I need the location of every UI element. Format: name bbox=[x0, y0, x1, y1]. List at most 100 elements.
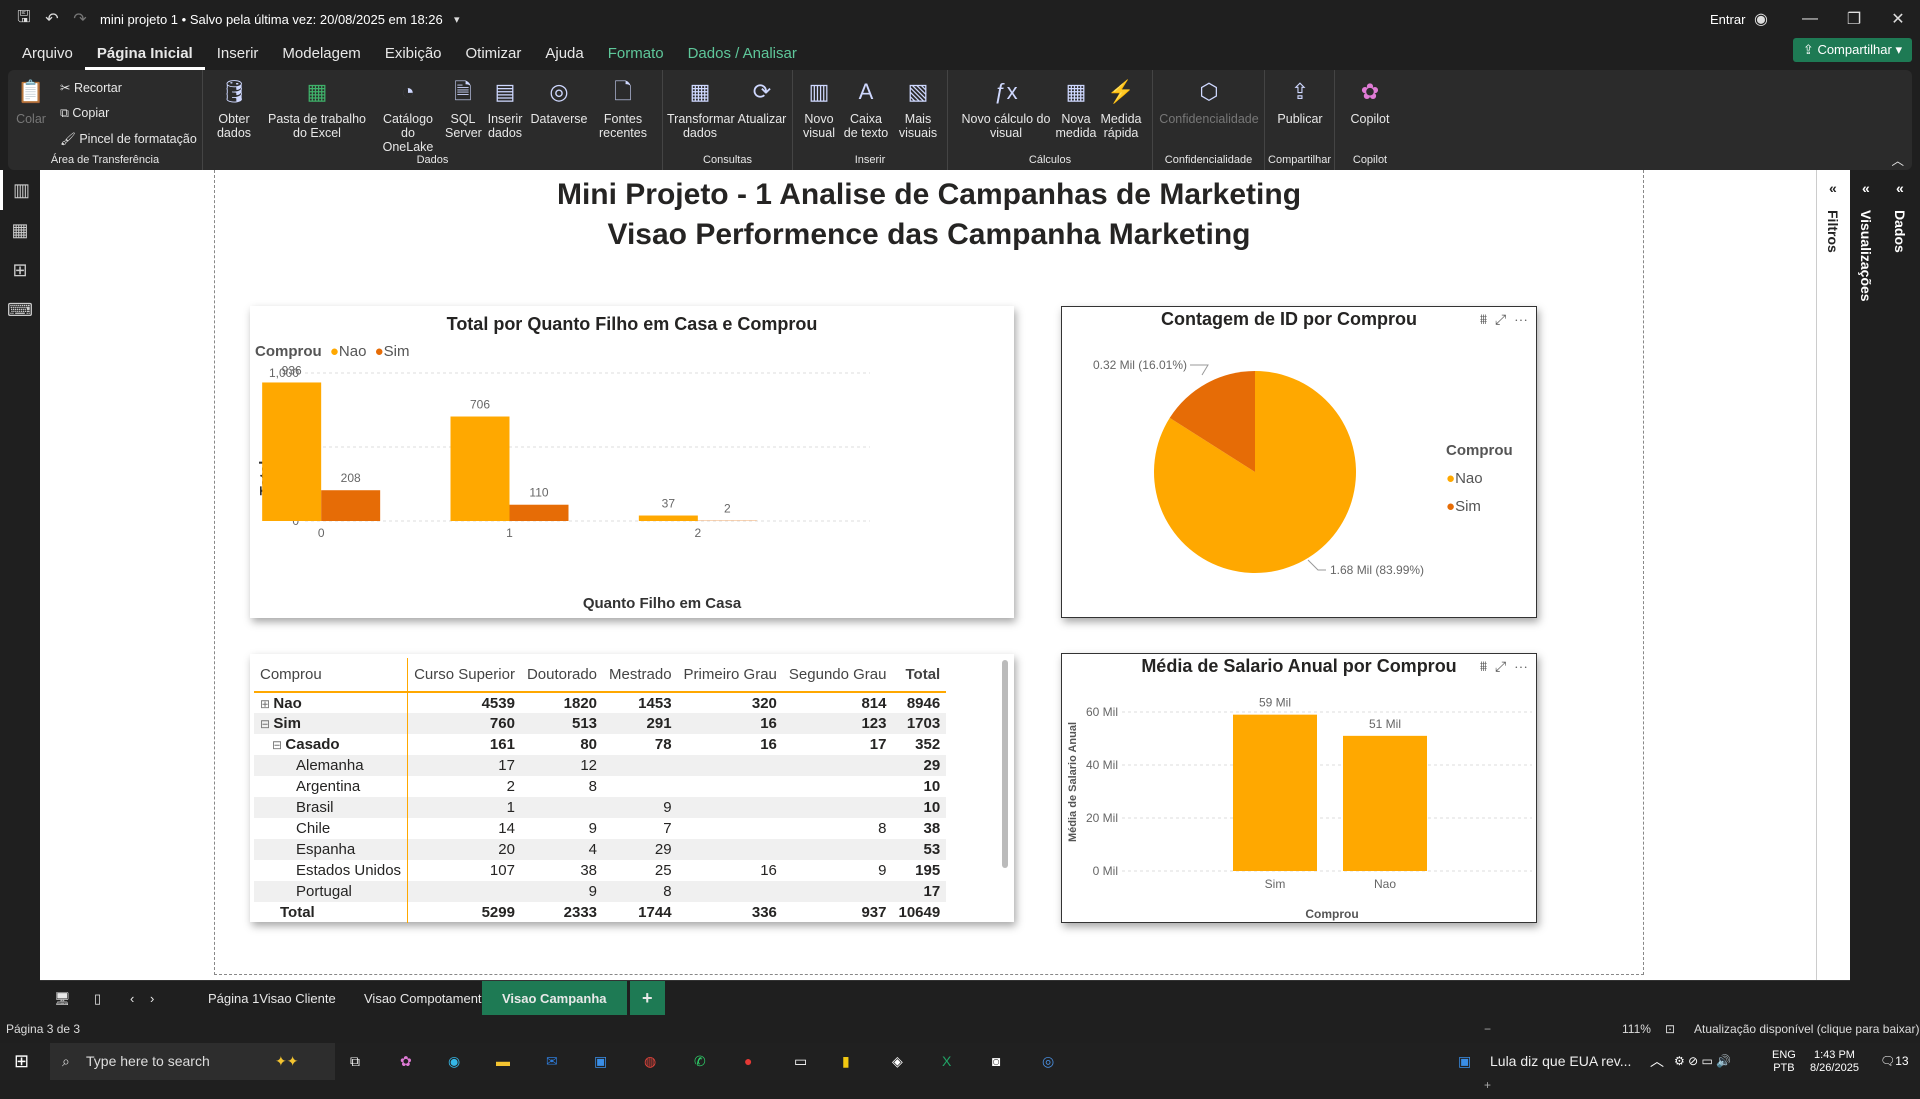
publicar-button[interactable]: ⇪Publicar bbox=[1269, 76, 1331, 126]
tab-visao-campanha[interactable]: Visao Campanha bbox=[482, 981, 627, 1016]
minimize-icon[interactable]: — bbox=[1796, 10, 1824, 28]
fontes-recentes-button[interactable]: 🗋Fontes recentes bbox=[593, 76, 653, 140]
remote-app-icon[interactable]: ◎ bbox=[1042, 1043, 1054, 1080]
novo-visual-button[interactable]: ▥Novo visual bbox=[799, 76, 839, 140]
task-view-icon[interactable]: ⧉ bbox=[350, 1043, 360, 1080]
whatsapp-icon[interactable]: ✆ bbox=[694, 1043, 706, 1080]
matrix-column-header[interactable]: Total bbox=[892, 658, 946, 692]
expand-icon[interactable]: ⊞ bbox=[260, 697, 273, 711]
matrix-column-header[interactable]: Segundo Grau bbox=[783, 658, 893, 692]
copilot-app-icon[interactable]: ✿ bbox=[400, 1043, 412, 1080]
file-explorer-icon[interactable]: ▬ bbox=[496, 1043, 510, 1080]
bar-chart-salario[interactable]: Média de Salario Anual por Comprou ⩩ ⤢ ⋯… bbox=[1061, 653, 1537, 923]
bar-chart-filhos[interactable]: Total por Quanto Filho em Casa e Comprou… bbox=[250, 306, 1014, 618]
outlook-icon[interactable]: ✉ bbox=[546, 1043, 558, 1080]
collapse-icon[interactable]: ⊟ bbox=[260, 717, 273, 731]
chevron-down-icon[interactable]: ▾ bbox=[443, 13, 471, 26]
model-view-icon[interactable]: ⊞ bbox=[0, 250, 40, 290]
language-indicator[interactable]: ENG PTB bbox=[1772, 1049, 1796, 1075]
novo-calculo-button[interactable]: ƒxNovo cálculo do visual bbox=[960, 76, 1052, 140]
atualizar-button[interactable]: ⟳Atualizar bbox=[737, 76, 787, 126]
windows-start-icon[interactable]: ⊞ bbox=[14, 1043, 29, 1080]
taskbar-search[interactable]: ⌕ Type here to search ✦✦ bbox=[50, 1043, 335, 1080]
menu-exibicao[interactable]: Exibição bbox=[373, 38, 454, 70]
fit-page-icon[interactable]: ⊡ bbox=[1665, 1015, 1675, 1043]
menu-arquivo[interactable]: Arquivo bbox=[10, 38, 85, 70]
tray-chevron-icon[interactable]: ︿ bbox=[1650, 1043, 1664, 1080]
dax-query-icon[interactable]: ⌨ bbox=[0, 290, 40, 330]
nova-medida-button[interactable]: ▦Nova medida bbox=[1054, 76, 1098, 140]
confidencialidade-button[interactable]: ⬡Confidencialidade bbox=[1157, 76, 1261, 126]
menu-inserir[interactable]: Inserir bbox=[205, 38, 271, 70]
edge-icon[interactable]: ◉ bbox=[448, 1043, 460, 1080]
format-painter-button[interactable]: 🖌 Pincel de formatação bbox=[60, 132, 197, 147]
obter-dados-button[interactable]: 🛢Obter dados bbox=[211, 76, 257, 140]
expand-data-icon[interactable]: « bbox=[1896, 180, 1904, 196]
paste-button[interactable]: 📋Colar bbox=[14, 76, 48, 126]
tray-icons[interactable]: ⚙ ⊘ ▭ 🔊 bbox=[1674, 1043, 1731, 1080]
app-red-icon[interactable]: ● bbox=[744, 1043, 752, 1080]
inserir-dados-button[interactable]: ▤Inserir dados bbox=[485, 76, 525, 140]
matrix-column-header[interactable]: Doutorado bbox=[521, 658, 603, 692]
dataverse-button[interactable]: ◎Dataverse bbox=[529, 76, 589, 126]
copy-button[interactable]: ⧉ Copiar bbox=[60, 106, 109, 121]
sql-server-button[interactable]: 🗎SQL Server bbox=[445, 76, 481, 140]
expand-visualizations-icon[interactable]: « bbox=[1862, 180, 1870, 196]
transformar-dados-button[interactable]: ▦Transformar dados bbox=[667, 76, 733, 140]
matrix-column-header[interactable]: Comprou bbox=[254, 658, 408, 692]
chrome-icon[interactable]: ◍ bbox=[644, 1043, 656, 1080]
medida-rapida-button[interactable]: ⚡Medida rápida bbox=[1098, 76, 1144, 140]
tab-pagina-1[interactable]: Página 1Visao Cliente bbox=[188, 981, 356, 1016]
powerbi-icon[interactable]: ▮ bbox=[842, 1043, 850, 1080]
menu-formato[interactable]: Formato bbox=[596, 38, 676, 70]
visualizations-pane[interactable]: « Visualizações bbox=[1850, 170, 1884, 980]
add-page-icon[interactable]: + bbox=[630, 981, 665, 1016]
table-view-icon[interactable]: ▦ bbox=[0, 210, 40, 250]
matrix-column-header[interactable]: Primeiro Grau bbox=[678, 658, 783, 692]
mais-visuais-button[interactable]: ▧Mais visuais bbox=[893, 76, 943, 140]
user-icon[interactable]: ◉ bbox=[1747, 9, 1775, 29]
undo-icon[interactable]: ↶ bbox=[38, 9, 66, 29]
menu-pagina-inicial[interactable]: Página Inicial bbox=[85, 38, 205, 70]
report-view-icon[interactable]: ▥ bbox=[0, 170, 40, 210]
news-widget-icon[interactable]: ▣ bbox=[1458, 1043, 1471, 1080]
matrix-row-header[interactable]: ⊟ Sim bbox=[254, 713, 408, 734]
desktop-layout-icon[interactable]: 🖥 bbox=[40, 981, 85, 1016]
app-window-icon[interactable]: ▭ bbox=[794, 1043, 807, 1080]
collapse-icon[interactable]: ⊟ bbox=[272, 738, 285, 752]
excel-button[interactable]: ▦Pasta de trabalho do Excel bbox=[261, 76, 373, 140]
next-page-icon[interactable]: › bbox=[140, 981, 164, 1016]
matrix-row-header[interactable]: ⊟ Casado bbox=[254, 734, 408, 755]
matrix-scrollbar[interactable] bbox=[1002, 660, 1008, 868]
menu-ajuda[interactable]: Ajuda bbox=[533, 38, 595, 70]
filters-pane[interactable]: « Filtros bbox=[1816, 170, 1850, 980]
pie-chart-comprou[interactable]: Contagem de ID por Comprou ⩩ ⤢ ⋯ 0.32 Mi… bbox=[1061, 306, 1537, 618]
caixa-texto-button[interactable]: ACaixa de texto bbox=[843, 76, 889, 140]
onelake-button[interactable]: ◔Catálogo do OneLake bbox=[375, 76, 441, 154]
share-button[interactable]: ⇪ Compartilhar ▾ bbox=[1793, 38, 1912, 62]
restore-icon[interactable]: ❐ bbox=[1840, 9, 1868, 29]
data-pane[interactable]: « Dados bbox=[1884, 170, 1920, 980]
matrix-column-header[interactable]: Curso Superior bbox=[408, 658, 521, 692]
clock[interactable]: 1:43 PM 8/26/2025 bbox=[1810, 1049, 1859, 1075]
matrix-row-header[interactable]: ⊞ Nao bbox=[254, 692, 408, 713]
app-generic-icon[interactable]: ◈ bbox=[892, 1043, 903, 1080]
news-widget-text[interactable]: Lula diz que EUA rev... bbox=[1490, 1043, 1631, 1080]
menu-modelagem[interactable]: Modelagem bbox=[270, 38, 372, 70]
copilot-button[interactable]: ✿Copilot bbox=[1339, 76, 1401, 126]
cut-button[interactable]: ✂ Recortar bbox=[60, 80, 122, 95]
collapse-ribbon-icon[interactable]: ︿ bbox=[1891, 150, 1904, 169]
notification-icon[interactable]: 🗨13 bbox=[1880, 1043, 1909, 1080]
excel-app-icon[interactable]: X bbox=[942, 1043, 951, 1080]
menu-dados-analisar[interactable]: Dados / Analisar bbox=[676, 38, 809, 70]
matrix-visual[interactable]: ComprouCurso SuperiorDoutoradoMestradoPr… bbox=[250, 654, 1014, 922]
zoom-level[interactable]: 111% bbox=[1622, 1015, 1651, 1043]
sign-in-link[interactable]: Entrar bbox=[1710, 12, 1745, 27]
redo-icon[interactable]: ↷ bbox=[66, 9, 94, 29]
close-icon[interactable]: ✕ bbox=[1884, 9, 1912, 29]
update-available[interactable]: Atualização disponível (clique para baix… bbox=[1694, 1015, 1919, 1043]
save-icon[interactable]: 🖫 bbox=[10, 6, 38, 33]
matrix-column-header[interactable]: Mestrado bbox=[603, 658, 678, 692]
expand-filters-icon[interactable]: « bbox=[1829, 180, 1837, 196]
menu-otimizar[interactable]: Otimizar bbox=[454, 38, 534, 70]
